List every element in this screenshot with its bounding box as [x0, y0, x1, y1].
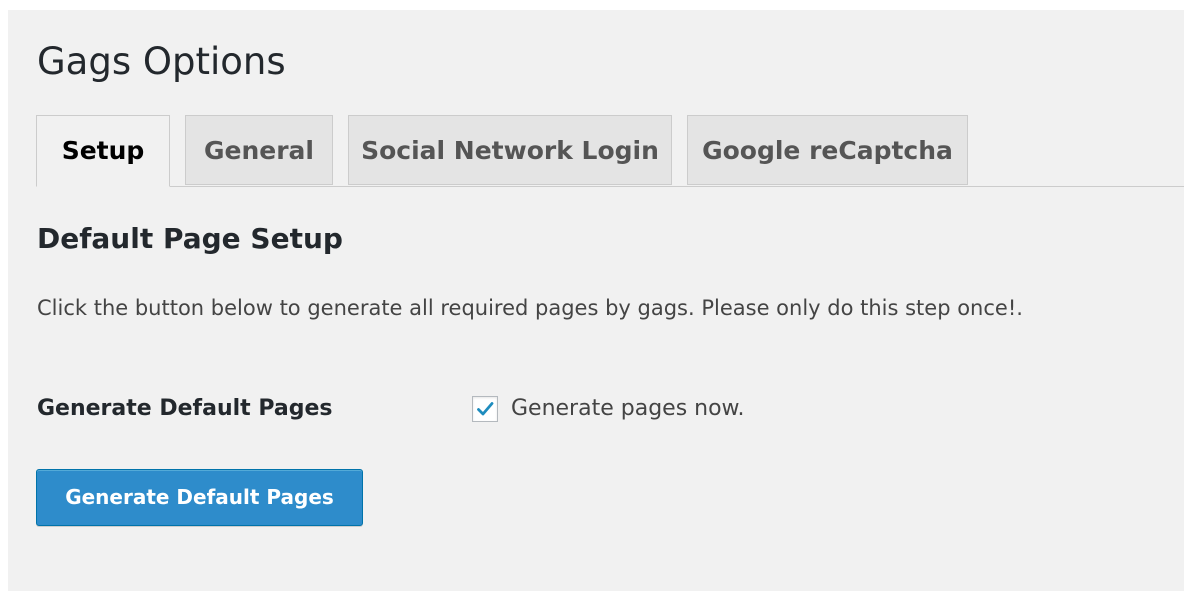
tab-bar: Setup General Social Network Login Googl…	[36, 115, 1184, 187]
section-description: Click the button below to generate all r…	[37, 296, 1023, 320]
tab-general[interactable]: General	[185, 115, 333, 185]
tab-google-recaptcha[interactable]: Google reCaptcha	[687, 115, 968, 185]
page-title: Gags Options	[37, 40, 286, 83]
generate-pages-checkbox[interactable]	[472, 396, 498, 422]
checkbox-label[interactable]: Generate pages now.	[511, 393, 745, 425]
options-page: Gags Options Setup General Social Networ…	[8, 10, 1184, 591]
checkmark-icon	[477, 402, 494, 416]
tab-setup[interactable]: Setup	[36, 115, 170, 187]
tab-social-network-login[interactable]: Social Network Login	[348, 115, 672, 185]
generate-default-pages-button[interactable]: Generate Default Pages	[36, 469, 363, 526]
field-label: Generate Default Pages	[37, 396, 333, 421]
section-title: Default Page Setup	[37, 222, 343, 255]
